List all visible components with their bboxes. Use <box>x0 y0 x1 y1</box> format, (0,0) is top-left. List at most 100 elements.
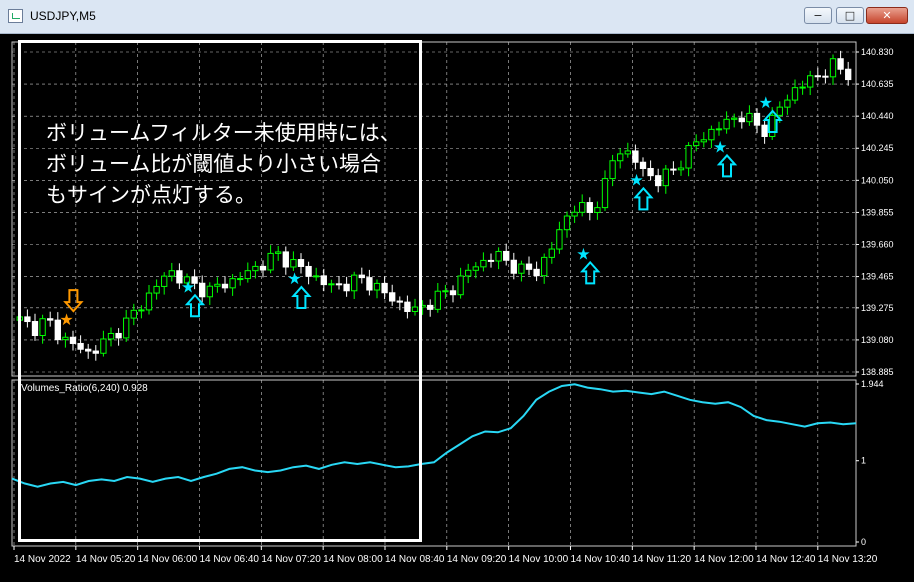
annotation-text: ボリュームフィルター未使用時には、 ボリューム比が閾値より小さい場合 もサインが… <box>46 121 401 207</box>
candle-body <box>655 175 662 187</box>
candle-body <box>693 141 700 147</box>
candle-body <box>518 263 525 274</box>
candle-body <box>503 250 510 261</box>
candle-body <box>495 250 502 262</box>
buy-signal-star: ★ <box>576 244 590 263</box>
price-tick-label: 140.245 <box>861 143 894 153</box>
price-tick-label: 139.080 <box>861 335 894 345</box>
candle-body <box>677 167 685 171</box>
time-tick-label: 14 Nov 13:20 <box>818 554 878 565</box>
candle-body <box>472 266 479 271</box>
time-tick-label: 14 Nov 09:20 <box>447 554 507 565</box>
candle-body <box>731 117 738 120</box>
buy-signal-star: ★ <box>713 137 727 156</box>
time-tick-label: 14 Nov 2022 <box>14 554 71 565</box>
candle-body <box>427 304 434 310</box>
minimize-button[interactable]: − <box>804 7 832 24</box>
annotation-box <box>18 40 422 542</box>
maximize-icon: □ <box>844 9 856 22</box>
buy-arrow-icon <box>579 260 601 285</box>
time-tick-label: 14 Nov 10:00 <box>509 554 569 565</box>
candle-body <box>556 229 563 250</box>
price-tick-label: 140.635 <box>861 79 894 89</box>
price-tick-label: 139.465 <box>861 272 894 282</box>
candle-body <box>457 275 464 296</box>
candle-body <box>594 207 601 213</box>
chart-window-icon <box>8 9 23 23</box>
candle-body <box>700 139 707 143</box>
price-tick-label: 140.050 <box>861 175 894 185</box>
candle-body <box>586 202 593 213</box>
candle-body <box>639 161 647 169</box>
candle-body <box>738 117 745 123</box>
maximize-button[interactable]: □ <box>836 7 864 24</box>
candle-body <box>829 58 837 78</box>
price-tick-label: 139.855 <box>861 207 894 217</box>
candle-body <box>465 269 472 277</box>
time-tick-label: 14 Nov 06:00 <box>138 554 198 565</box>
time-tick-label: 14 Nov 05:20 <box>76 554 136 565</box>
buy-arrow-icon <box>633 186 654 211</box>
candle-body <box>571 211 578 217</box>
candle-body <box>533 268 540 277</box>
candle-body <box>776 106 783 116</box>
candle-body <box>480 259 487 268</box>
candle-body <box>807 75 814 88</box>
buy-signal-star: ★ <box>629 170 643 189</box>
candle-body <box>822 75 829 78</box>
time-tick-label: 14 Nov 07:20 <box>261 554 321 565</box>
time-tick-label: 14 Nov 06:40 <box>199 554 259 565</box>
window-title: USDJPY,M5 <box>30 9 96 23</box>
indicator-label: Volumes_Ratio(6,240) 0.928 <box>21 383 148 394</box>
candle-body <box>814 75 821 78</box>
candle-body <box>548 248 555 258</box>
candle-body <box>579 202 586 213</box>
candle-body <box>563 215 571 231</box>
time-tick-label: 14 Nov 10:40 <box>570 554 630 565</box>
candle-body <box>761 124 768 137</box>
candle-body <box>647 167 654 177</box>
candle-body <box>746 112 753 123</box>
candle-body <box>753 112 761 126</box>
candle-body <box>670 168 677 171</box>
price-tick-label: 140.830 <box>861 47 894 57</box>
ratio-tick-label: 1.944 <box>861 379 884 389</box>
candle-body <box>837 58 844 70</box>
close-button[interactable]: ✕ <box>866 7 908 24</box>
ratio-tick-label: 1 <box>861 456 866 466</box>
candle-body <box>541 256 548 277</box>
time-tick-label: 14 Nov 08:40 <box>385 554 445 565</box>
buy-arrow-icon <box>716 153 738 178</box>
candle-body <box>601 178 609 209</box>
minimize-icon: − <box>813 9 823 22</box>
price-tick-label: 140.440 <box>861 111 894 121</box>
candle-body <box>799 86 806 89</box>
ratio-tick-label: 0 <box>861 537 866 547</box>
close-icon: ✕ <box>882 9 892 22</box>
candle-body <box>525 263 533 270</box>
candle-body <box>769 114 776 137</box>
window-titlebar: USDJPY,M5 − □ ✕ <box>0 0 914 34</box>
candle-body <box>791 87 799 101</box>
candle-body <box>685 145 692 169</box>
time-tick-label: 14 Nov 12:40 <box>756 554 816 565</box>
candle-body <box>510 259 517 274</box>
candle-body <box>632 150 639 163</box>
candle-body <box>723 118 730 130</box>
time-tick-label: 14 Nov 08:00 <box>323 554 383 565</box>
price-tick-label: 139.275 <box>861 303 894 313</box>
candle-body <box>609 160 616 180</box>
candle-body <box>617 153 624 162</box>
price-tick-label: 139.660 <box>861 239 894 249</box>
candle-body <box>487 259 495 262</box>
candle-body <box>624 150 631 155</box>
price-tick-label: 138.885 <box>861 367 894 377</box>
time-tick-label: 14 Nov 11:20 <box>632 554 691 565</box>
candle-body <box>442 290 449 293</box>
candle-body <box>845 68 852 81</box>
time-tick-label: 14 Nov 12:00 <box>694 554 754 565</box>
buy-signal-star: ★ <box>759 93 773 112</box>
candle-body <box>784 99 791 108</box>
candle-body <box>662 168 669 187</box>
candle-body <box>715 128 723 131</box>
